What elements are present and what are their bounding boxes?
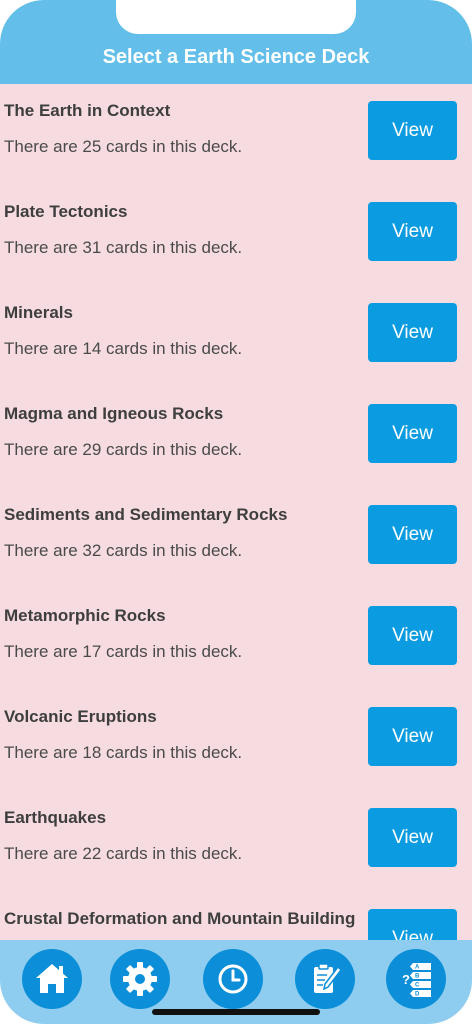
deck-title: Magma and Igneous Rocks (4, 404, 224, 423)
page-title: Select a Earth Science Deck (102, 46, 370, 68)
view-deck-button[interactable]: View (368, 404, 457, 463)
quiz-list-icon: ? A B C D (402, 963, 431, 998)
deck-card-count: There are 29 cards in this deck. (4, 440, 243, 459)
deck-row: The Earth in Context There are 25 cards … (0, 84, 472, 185)
deck-row: Minerals There are 14 cards in this deck… (0, 286, 472, 387)
quiz-option-d: D (415, 992, 420, 998)
view-deck-button[interactable]: View (368, 707, 457, 766)
home-icon (36, 964, 68, 993)
deck-row: Magma and Igneous Rocks There are 29 car… (0, 387, 472, 488)
clock-icon (218, 964, 248, 994)
deck-row: Crustal Deformation and Mountain Buildin… (0, 892, 472, 940)
quiz-option-b: B (415, 974, 420, 980)
tab-notes[interactable] (295, 949, 355, 1009)
deck-row: Earthquakes There are 22 cards in this d… (0, 791, 472, 892)
tab-settings[interactable] (110, 949, 170, 1009)
view-deck-button[interactable]: View (368, 606, 457, 665)
view-deck-button[interactable]: View (368, 808, 457, 867)
deck-title: Minerals (4, 303, 73, 322)
view-deck-button[interactable]: View (368, 202, 457, 261)
view-deck-button[interactable]: View (368, 303, 457, 362)
deck-title: Plate Tectonics (4, 202, 128, 221)
deck-title: Metamorphic Rocks (4, 606, 166, 625)
app-screen: Select a Earth Science Deck The Earth in… (0, 0, 472, 1024)
deck-title: Earthquakes (4, 808, 107, 827)
tab-history[interactable] (203, 949, 263, 1009)
view-deck-button[interactable]: View (368, 101, 457, 160)
notepad-pencil-icon (314, 963, 342, 993)
deck-title: Crustal Deformation and Mountain Buildin… (4, 909, 356, 928)
deck-title: Volcanic Eruptions (4, 707, 157, 726)
deck-card-count: There are 18 cards in this deck. (4, 743, 243, 762)
deck-title: The Earth in Context (4, 101, 171, 120)
tab-quiz[interactable]: ? A B C D (386, 949, 446, 1009)
device-notch (116, 0, 356, 34)
deck-card-count: There are 14 cards in this deck. (4, 339, 243, 358)
quiz-option-a: A (415, 965, 420, 971)
deck-row: Metamorphic Rocks There are 17 cards in … (0, 589, 472, 690)
deck-row: Sediments and Sedimentary Rocks There ar… (0, 488, 472, 589)
quiz-option-c: C (415, 983, 420, 989)
deck-row: Plate Tectonics There are 31 cards in th… (0, 185, 472, 286)
deck-card-count: There are 22 cards in this deck. (4, 844, 243, 863)
header-bar: Select a Earth Science Deck (0, 0, 472, 84)
deck-row: Volcanic Eruptions There are 18 cards in… (0, 690, 472, 791)
deck-card-count: There are 17 cards in this deck. (4, 642, 243, 661)
deck-list[interactable]: The Earth in Context There are 25 cards … (0, 84, 472, 940)
view-deck-button[interactable]: View (368, 505, 457, 564)
view-deck-button[interactable]: View (368, 909, 457, 940)
home-indicator[interactable] (152, 1009, 320, 1015)
gear-icon (123, 962, 157, 996)
deck-card-count: There are 31 cards in this deck. (4, 238, 243, 257)
deck-title: Sediments and Sedimentary Rocks (4, 505, 288, 524)
quiz-question-mark: ? (402, 972, 410, 987)
deck-card-count: There are 25 cards in this deck. (4, 137, 243, 156)
deck-card-count: There are 32 cards in this deck. (4, 541, 243, 560)
tab-home[interactable] (22, 949, 82, 1009)
